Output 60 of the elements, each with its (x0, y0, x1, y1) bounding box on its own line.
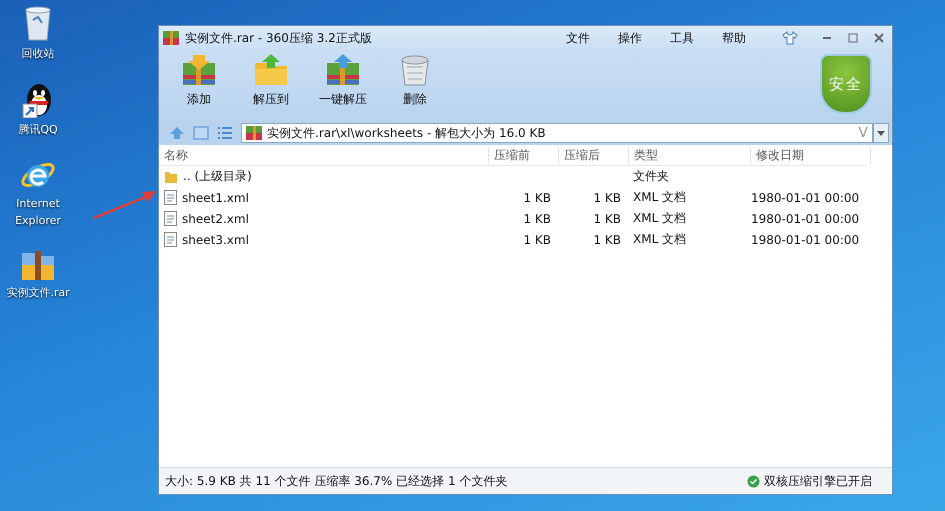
file-type: 文件夹 (633, 169, 669, 183)
folder-up-arrow-icon (253, 53, 289, 87)
desktop-icon-label[interactable]: 腾讯QQ (0, 121, 76, 138)
large-icon-view-icon[interactable] (193, 126, 209, 140)
menu-item[interactable]: 操作 (618, 30, 642, 46)
toolbar-button[interactable]: 解压到 (247, 53, 295, 108)
check-circle-icon (747, 474, 760, 488)
file-name[interactable]: sheet3.xml (182, 232, 249, 246)
folder-icon (164, 170, 178, 184)
modified-date: 1980-01-01 00:00 (751, 190, 860, 204)
file-type: XML 文档 (633, 190, 686, 204)
file-name[interactable]: sheet2.xml (182, 212, 249, 226)
column-header[interactable]: 压缩前 (489, 146, 559, 164)
packed-size: 1 KB (523, 232, 551, 246)
packed-size: 1 KB (523, 190, 551, 204)
toolbar-button[interactable]: 添加 (175, 53, 223, 108)
address-field[interactable]: 实例文件.rar\xl\worksheets - 解包大小为 16.0 KB V (241, 123, 873, 143)
unpacked-size: 1 KB (593, 190, 621, 204)
desktop-icon-label[interactable]: Internet Explorer (0, 195, 76, 229)
archive-icon (246, 126, 262, 140)
window-title: 实例文件.rar - 360压缩 3.2正式版 (185, 30, 372, 46)
archive-icon[interactable] (21, 249, 55, 281)
column-header[interactable]: 修改日期 (751, 146, 871, 164)
unpacked-size: 1 KB (593, 232, 621, 246)
menu-item[interactable]: 工具 (670, 30, 694, 46)
shirt-icon[interactable] (782, 31, 798, 45)
archive-icon (163, 31, 179, 45)
menu-item[interactable]: 帮助 (722, 30, 746, 46)
file-type: XML 文档 (633, 232, 686, 246)
toolbar-button[interactable]: 删除 (391, 53, 439, 108)
archive-down-arrow-icon (181, 53, 217, 87)
dropdown-button[interactable] (873, 123, 889, 143)
desktop-icon-label[interactable]: 实例文件.rar (0, 284, 76, 301)
recycle-bin-icon[interactable] (23, 4, 53, 42)
file-type: XML 文档 (633, 211, 686, 225)
document-icon (164, 232, 177, 247)
annotation-arrow (92, 188, 158, 220)
address-v-label: V (858, 125, 868, 141)
file-name[interactable]: sheet1.xml (182, 190, 249, 204)
document-icon (164, 211, 177, 226)
column-header[interactable]: 压缩后 (559, 146, 629, 164)
modified-date: 1980-01-01 00:00 (751, 212, 860, 226)
maximize-icon (848, 33, 858, 43)
desktop-icon-label[interactable]: 回收站 (0, 45, 76, 62)
archive-up-arrow-icon (325, 53, 361, 87)
packed-size: 1 KB (523, 212, 551, 226)
document-icon (164, 190, 177, 205)
unpacked-size: 1 KB (593, 212, 621, 226)
minimize-icon (822, 37, 832, 39)
close-icon (874, 33, 884, 43)
engine-status-text: 双核压缩引擎已开启 (764, 472, 872, 490)
status-text: 大小: 5.9 KB 共 11 个文件 压缩率 36.7% 已经选择 1 个文件夹 (165, 472, 508, 490)
column-header[interactable]: 类型 (629, 146, 751, 164)
file-name[interactable]: .. (上级目录) (183, 168, 252, 185)
caret-icon (877, 130, 885, 136)
modified-date: 1980-01-01 00:00 (751, 232, 860, 246)
toolbar-button[interactable]: 一键解压 (319, 53, 367, 108)
column-header[interactable]: 名称 (159, 146, 489, 164)
menu-item[interactable]: 文件 (566, 30, 590, 46)
list-view-icon[interactable] (217, 126, 233, 140)
